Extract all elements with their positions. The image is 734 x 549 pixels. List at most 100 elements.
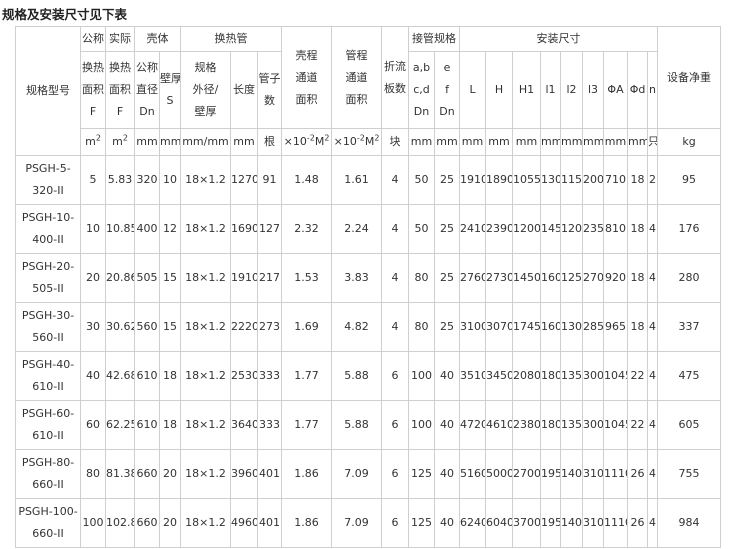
cell-abcd: 100 xyxy=(408,351,436,401)
cell-w: 605 xyxy=(657,400,722,450)
cell-abcd: 50 xyxy=(408,204,436,254)
cell-dn: 505 xyxy=(134,253,160,303)
cell-w: 475 xyxy=(657,351,722,401)
cell-l2: 125 xyxy=(560,253,584,303)
cell-ef: 25 xyxy=(434,204,461,254)
cell-baf: 4 xyxy=(381,155,410,205)
header-tube-length: 长度 xyxy=(230,51,258,129)
header-model: 规格型号 xyxy=(15,26,81,156)
cell-fa: 5.83 xyxy=(105,155,135,205)
header-tube-channel: 管程 通道 面积 xyxy=(331,26,383,129)
cell-baf: 4 xyxy=(381,302,410,352)
cell-d: 18 xyxy=(627,155,649,205)
unit-mm: mm xyxy=(512,128,542,156)
header-col-H: H xyxy=(485,51,514,129)
cell-dn: 320 xyxy=(134,155,160,205)
header-col-l2: l2 xyxy=(560,51,584,129)
cell-l1: 195 xyxy=(540,498,562,548)
cell-n: 4 xyxy=(647,204,659,254)
model-line-2: 660-II xyxy=(32,478,64,491)
cell-H1: 1200 xyxy=(512,204,542,254)
cell-A: 1110 xyxy=(603,449,629,499)
header-shell-channel: 壳程 通道 面积 xyxy=(281,26,333,129)
unit-mm: mm xyxy=(408,128,436,156)
cell-len: 4960 xyxy=(230,498,258,548)
cell-H1: 1745 xyxy=(512,302,542,352)
header-baffle: 折流 板数 xyxy=(381,26,410,129)
cell-H: 1890 xyxy=(485,155,514,205)
cell-H1: 1055 xyxy=(512,155,542,205)
cell-model: PSGH-80- 660-II xyxy=(15,449,81,499)
cell-H: 4610 xyxy=(485,400,514,450)
cell-H: 5000 xyxy=(485,449,514,499)
model-line-2: 610-II xyxy=(32,380,64,393)
cell-d: 18 xyxy=(627,302,649,352)
table-row: PSGH-40- 610-II 40 42.68 610 18 18×1.2 2530 333 1… xyxy=(15,351,722,401)
unit-zhi: 只 xyxy=(647,128,659,156)
cell-n: 4 xyxy=(647,449,659,499)
cell-abcd: 125 xyxy=(408,498,436,548)
cell-baf: 6 xyxy=(381,498,410,548)
cell-ef: 40 xyxy=(434,449,461,499)
table-row: PSGH-30- 560-II 30 30.62 560 15 18×1.2 2220 273 1… xyxy=(15,302,722,352)
cell-len: 2530 xyxy=(230,351,258,401)
cell-model: PSGH-20- 505-II xyxy=(15,253,81,303)
cell-w: 176 xyxy=(657,204,722,254)
header-shell-dn: 公称 直径 Dn xyxy=(134,51,160,129)
model-line-2: 660-II xyxy=(32,527,64,540)
cell-A: 920 xyxy=(603,253,629,303)
cell-cnt: 273 xyxy=(256,302,283,352)
cell-l2: 120 xyxy=(560,204,584,254)
cell-fa: 30.62 xyxy=(105,302,135,352)
header-shell: 壳体 xyxy=(134,26,181,52)
cell-len: 3640 xyxy=(230,400,258,450)
cell-spec: 18×1.2 xyxy=(180,449,231,499)
cell-H: 3450 xyxy=(485,351,514,401)
cell-len: 2220 xyxy=(230,302,258,352)
cell-l1: 130 xyxy=(540,155,562,205)
header-install: 安装尺寸 xyxy=(459,26,659,52)
cell-s: 15 xyxy=(159,253,181,303)
cell-L: 1910 xyxy=(459,155,487,205)
cell-s: 20 xyxy=(159,449,181,499)
unit-mmmm: mm/mm xyxy=(180,128,231,156)
cell-l3: 300 xyxy=(582,351,605,401)
cell-w: 280 xyxy=(657,253,722,303)
unit-tube-channel: ×10-2M2 xyxy=(331,128,383,156)
cell-l3: 300 xyxy=(582,400,605,450)
cell-l3: 270 xyxy=(582,253,605,303)
model-line-1: PSGH-40- xyxy=(21,358,75,371)
cell-sch: 1.53 xyxy=(281,253,333,303)
cell-L: 6240 xyxy=(459,498,487,548)
cell-d: 26 xyxy=(627,498,649,548)
cell-H: 6040 xyxy=(485,498,514,548)
cell-abcd: 80 xyxy=(408,253,436,303)
cell-cnt: 333 xyxy=(256,351,283,401)
cell-L: 2760 xyxy=(459,253,487,303)
cell-dn: 660 xyxy=(134,498,160,548)
unit-kg: kg xyxy=(657,128,722,156)
model-line-1: PSGH-20- xyxy=(21,260,75,273)
cell-L: 3100 xyxy=(459,302,487,352)
cell-A: 1045 xyxy=(603,400,629,450)
cell-f: 5 xyxy=(80,155,106,205)
cell-spec: 18×1.2 xyxy=(180,204,231,254)
cell-tch: 5.88 xyxy=(331,400,383,450)
header-actual-area: 实际 xyxy=(105,26,135,52)
cell-baf: 6 xyxy=(381,400,410,450)
cell-sch: 1.48 xyxy=(281,155,333,205)
unit-area-nominal: m2 xyxy=(80,128,106,156)
cell-f: 30 xyxy=(80,302,106,352)
unit-mm: mm xyxy=(230,128,258,156)
unit-mm: mm xyxy=(560,128,584,156)
cell-len: 1270 xyxy=(230,155,258,205)
header-shell-wall: 壁厚 S xyxy=(159,51,181,129)
cell-model: PSGH-10- 400-II xyxy=(15,204,81,254)
header-col-phid: Φd xyxy=(627,51,649,129)
cell-sch: 1.86 xyxy=(281,449,333,499)
header-row-1: 规格型号 公称 实际 壳体 换热管 壳程 通道 面积 管程 通道 面积 折流 板数 接管规… xyxy=(15,26,722,156)
cell-tch: 7.09 xyxy=(331,498,383,548)
cell-sch: 1.86 xyxy=(281,498,333,548)
model-line-1: PSGH-30- xyxy=(21,309,75,322)
cell-l1: 160 xyxy=(540,302,562,352)
